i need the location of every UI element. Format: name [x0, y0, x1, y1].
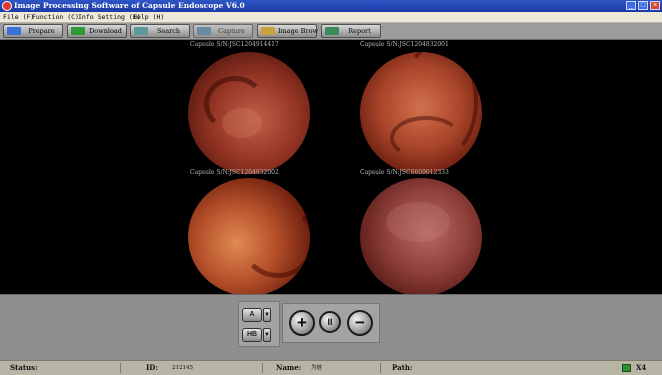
- capture-icon: [197, 27, 211, 35]
- zoom-in-button[interactable]: +: [289, 310, 315, 336]
- report-label: Report: [348, 27, 371, 35]
- app-logo-icon: [2, 1, 12, 11]
- hb-mode-button[interactable]: HB: [242, 328, 262, 342]
- capture-button[interactable]: Capture: [193, 24, 253, 38]
- menu-info-setting[interactable]: Info Setting (I): [78, 12, 141, 22]
- image-caption-4: Capsule S/N:JSC0609012333: [360, 169, 449, 176]
- report-icon: [325, 27, 339, 35]
- image-caption-3: Capsule S/N:JSC1204832002: [190, 169, 279, 176]
- status-bar: Status: ID: 212145 Name: 为娃 Path: X4: [0, 360, 662, 375]
- capture-label: Capture: [218, 27, 245, 35]
- id-label: ID:: [146, 363, 158, 372]
- image-browse-icon: [261, 27, 275, 35]
- pause-button[interactable]: II: [319, 311, 341, 333]
- path-label: Path:: [392, 363, 413, 372]
- search-label: Search: [156, 27, 181, 35]
- mucosa-fold: [390, 116, 462, 160]
- color-mode-dropdown[interactable]: ▼: [263, 308, 271, 322]
- minimize-button[interactable]: _: [626, 1, 636, 10]
- id-value: 212145: [172, 365, 193, 371]
- download-label: Download: [89, 27, 122, 35]
- mucosa-highlight: [386, 202, 450, 242]
- battery-icon: [622, 364, 631, 372]
- zoom-out-button[interactable]: −: [347, 310, 373, 336]
- toolbar: Prepare Download Search Capture Image Br…: [0, 23, 662, 40]
- image-browse-button[interactable]: Image Brow: [257, 24, 319, 38]
- download-icon: [71, 27, 85, 35]
- image-caption-1: Capsule S/N:JSC1204914417: [190, 41, 279, 48]
- control-panel: A ▼ HB ▼ + II −: [0, 294, 662, 361]
- prepare-label: Prepare: [28, 27, 55, 35]
- maximize-button[interactable]: □: [638, 1, 648, 10]
- image-browse-label: Image Brow: [278, 27, 319, 35]
- endoscope-image-2[interactable]: [360, 52, 482, 174]
- mucosa-fold: [240, 204, 310, 278]
- image-caption-2: Capsule S/N:JSC1204832001: [360, 41, 449, 48]
- window-controls: _ □ ×: [626, 1, 660, 10]
- endoscope-image-4[interactable]: [360, 178, 482, 296]
- search-button[interactable]: Search: [130, 24, 190, 38]
- mode-controls: A ▼ HB ▼: [238, 301, 280, 347]
- title-bar: Image Processing Software of Capsule End…: [0, 0, 662, 12]
- divider: [380, 363, 381, 373]
- endoscope-image-3[interactable]: [188, 178, 310, 296]
- image-viewer: Capsule S/N:JSC1204914417 Capsule S/N:JS…: [0, 40, 662, 296]
- menu-file[interactable]: File (F): [3, 12, 34, 22]
- menu-bar: File (F) Function (C) Info Setting (I) H…: [0, 12, 662, 23]
- menu-function[interactable]: Function (C): [32, 12, 79, 22]
- report-button[interactable]: Report: [321, 24, 381, 38]
- playback-controls: + II −: [282, 303, 380, 343]
- search-icon: [134, 27, 148, 35]
- divider: [262, 363, 263, 373]
- color-mode-button[interactable]: A: [242, 308, 262, 322]
- name-label: Name:: [276, 363, 302, 372]
- close-button[interactable]: ×: [650, 1, 660, 10]
- hb-mode-dropdown[interactable]: ▼: [263, 328, 271, 342]
- name-value: 为娃: [311, 365, 323, 371]
- prepare-button[interactable]: Prepare: [3, 24, 63, 38]
- window-title: Image Processing Software of Capsule End…: [14, 1, 245, 10]
- prepare-icon: [7, 27, 21, 35]
- app-window: Image Processing Software of Capsule End…: [0, 0, 662, 375]
- status-label: Status:: [10, 363, 38, 372]
- divider: [120, 363, 121, 373]
- zoom-level: X4: [636, 363, 647, 372]
- menu-help[interactable]: Help (H): [133, 12, 164, 22]
- endoscope-image-1[interactable]: [188, 52, 310, 174]
- download-button[interactable]: Download: [67, 24, 127, 38]
- mucosa-highlight: [222, 108, 262, 138]
